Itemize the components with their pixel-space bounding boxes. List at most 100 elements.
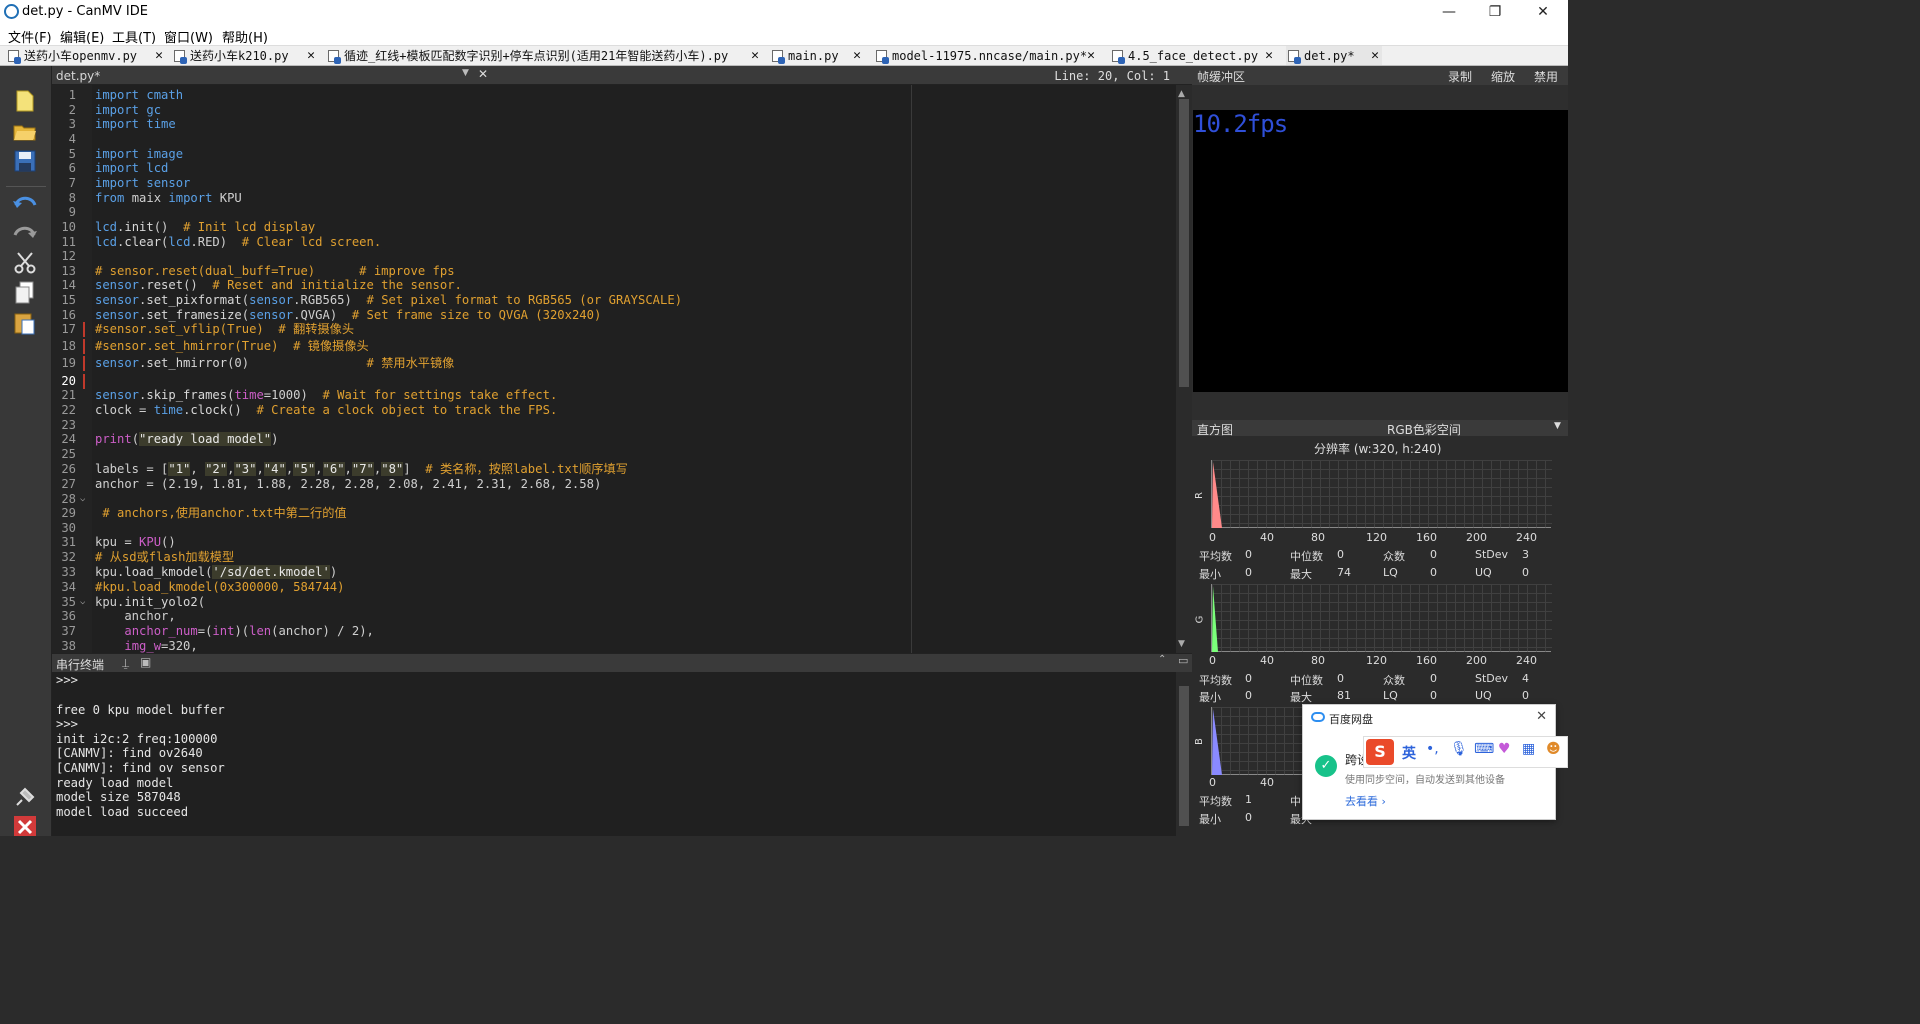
code-line[interactable]: 29 # anchors,使用anchor.txt中第二行的值 <box>52 506 1176 521</box>
code-line[interactable]: 2 import gc <box>52 103 1176 118</box>
popup-close-icon[interactable]: ✕ <box>1536 709 1547 724</box>
editor-scrollbar[interactable]: ▲ ▼ <box>1176 85 1192 653</box>
tab-file[interactable]: 送药小车k210.py ✕ <box>172 46 318 65</box>
tab-file-active[interactable]: det.py* ✕ <box>1286 46 1382 65</box>
code-line[interactable]: 23 <box>52 418 1176 433</box>
tab-file[interactable]: 送药小车openmv.py ✕ <box>6 46 166 65</box>
menu-file[interactable]: 文件(F) <box>8 27 52 46</box>
maximize-button[interactable]: ❐ <box>1472 1 1518 23</box>
tab-file[interactable]: 4.5_face_detect.py ✕ <box>1110 46 1276 65</box>
code-line[interactable]: 30 <box>52 521 1176 536</box>
new-file-button[interactable] <box>12 88 38 114</box>
fold-icon[interactable]: ⌵ <box>80 595 85 610</box>
close-button[interactable]: ✕ <box>1520 1 1566 23</box>
scroll-thumb[interactable] <box>1179 99 1189 387</box>
code-line[interactable]: 28 ⌵ <box>52 492 1176 507</box>
tab-close-icon[interactable]: ✕ <box>1084 46 1098 65</box>
save-log-icon[interactable]: ▣ <box>140 655 151 669</box>
code-line[interactable]: 35 ⌵ kpu.init_yolo2( <box>52 595 1176 610</box>
serial-scrollbar[interactable] <box>1176 672 1192 836</box>
code-line[interactable]: 5 import image <box>52 147 1176 162</box>
zoom-button[interactable]: 缩放 <box>1491 68 1515 85</box>
code-line[interactable]: 22 clock = time.clock() # Create a clock … <box>52 403 1176 418</box>
code-line[interactable]: 9 <box>52 205 1176 220</box>
code-line[interactable]: 20 <box>52 374 1176 389</box>
code-line[interactable]: 32 # 从sd或flash加载模型 <box>52 550 1176 565</box>
code-line[interactable]: 14 sensor.reset() # Reset and initialize … <box>52 278 1176 293</box>
code-line[interactable]: 21 sensor.skip_frames(time=1000) # Wait f… <box>52 388 1176 403</box>
microphone-icon[interactable]: 🎙 <box>1450 741 1468 757</box>
file-dropdown-icon[interactable]: ▼ <box>462 68 469 78</box>
sogou-logo-icon[interactable]: S <box>1366 739 1394 765</box>
scroll-up-icon[interactable]: ▲ <box>1178 89 1185 99</box>
code-line[interactable]: 12 <box>52 249 1176 264</box>
undo-button[interactable] <box>12 190 38 216</box>
open-file-button[interactable] <box>12 118 38 144</box>
close-editor-icon[interactable]: ✕ <box>478 67 488 81</box>
tab-close-icon[interactable]: ✕ <box>1368 46 1382 65</box>
redo-button[interactable] <box>12 220 38 246</box>
cut-button[interactable] <box>12 250 38 276</box>
menu-edit[interactable]: 编辑(E) <box>60 27 104 46</box>
tab-close-icon[interactable]: ✕ <box>1262 46 1276 65</box>
clear-terminal-icon[interactable]: ⍊ <box>122 656 129 671</box>
tab-close-icon[interactable]: ✕ <box>748 46 762 65</box>
code-line[interactable]: 26 labels = ["1", "2","3","4","5","6","7"… <box>52 462 1176 477</box>
code-line[interactable]: 7 import sensor <box>52 176 1176 191</box>
code-line[interactable]: 4 <box>52 132 1176 147</box>
copy-button[interactable] <box>12 280 38 306</box>
code-line[interactable]: 27 anchor = (2.19, 1.81, 1.88, 2.28, 2.28… <box>52 477 1176 492</box>
fold-icon[interactable]: ⌵ <box>80 492 85 507</box>
keyboard-icon[interactable]: ⌨ <box>1474 741 1494 757</box>
connect-button[interactable] <box>12 784 38 810</box>
menu-help[interactable]: 帮助(H) <box>222 27 268 46</box>
skin-icon[interactable]: ♥ <box>1498 741 1511 757</box>
tab-close-icon[interactable]: ✕ <box>850 46 864 65</box>
code-line[interactable]: 13 # sensor.reset(dual_buff=True) # impro… <box>52 264 1176 279</box>
code-line[interactable]: 34 #kpu.load_kmodel(0x300000, 584744) <box>52 580 1176 595</box>
scroll-down-icon[interactable]: ▼ <box>1178 639 1185 649</box>
code-line[interactable]: 17 #sensor.set_vflip(True) # 翻转摄像头 <box>52 322 1176 337</box>
ime-language[interactable]: 英 <box>1402 743 1416 763</box>
save-button[interactable] <box>12 148 38 174</box>
code-line[interactable]: 8 from maix import KPU <box>52 191 1176 206</box>
stop-button[interactable] <box>12 814 38 836</box>
popup-link[interactable]: 去看看 › <box>1345 793 1386 809</box>
code-line[interactable]: 24 print("ready load model") <box>52 432 1176 447</box>
tab-close-icon[interactable]: ✕ <box>152 46 166 65</box>
tab-file[interactable]: 循迹_红线+模板匹配数字识别+停车点识别(适用21年智能送药小车).py ✕ <box>326 46 762 65</box>
code-line[interactable]: 36 anchor, <box>52 609 1176 624</box>
maximize-pane-icon[interactable]: ▭ <box>1178 654 1188 667</box>
code-line[interactable]: 31 kpu = KPU() <box>52 535 1176 550</box>
code-line[interactable]: 37 anchor_num=(int)(len(anchor) / 2), <box>52 624 1176 639</box>
code-line[interactable]: 16 sensor.set_framesize(sensor.QVGA) # Se… <box>52 308 1176 323</box>
code-line[interactable]: 1 import cmath <box>52 88 1176 103</box>
code-line[interactable]: 38 img_w=320, <box>52 639 1176 653</box>
code-line[interactable]: 25 <box>52 447 1176 462</box>
grid-menu-icon[interactable]: ▦ <box>1522 741 1535 757</box>
code-line[interactable]: 33 kpu.load_kmodel('/sd/det.kmodel') <box>52 565 1176 580</box>
code-line[interactable]: 10 lcd.init() # Init lcd display <box>52 220 1176 235</box>
disable-button[interactable]: 禁用 <box>1534 68 1558 85</box>
menu-window[interactable]: 窗口(W) <box>164 27 213 46</box>
serial-terminal-output[interactable]: >>> free 0 kpu model buffer >>> init i2c:2 … <box>52 672 1176 836</box>
mascot-icon[interactable]: ☻ <box>1546 741 1561 757</box>
code-line[interactable]: 11 lcd.clear(lcd.RED) # Clear lcd screen. <box>52 235 1176 250</box>
code-editor[interactable]: 1 import cmath 2 import gc 3 import time 4 5 imp… <box>52 85 1176 653</box>
code-line[interactable]: 3 import time <box>52 117 1176 132</box>
collapse-up-icon[interactable]: ⌃ <box>1158 654 1166 665</box>
tab-file[interactable]: main.py ✕ <box>770 46 864 65</box>
minimize-button[interactable]: — <box>1426 1 1472 23</box>
code-line[interactable]: 15 sensor.set_pixformat(sensor.RGB565) # … <box>52 293 1176 308</box>
code-line[interactable]: 6 import lcd <box>52 161 1176 176</box>
colorspace-dropdown-icon[interactable]: ▼ <box>1554 421 1561 431</box>
paste-button[interactable] <box>12 310 38 336</box>
tab-file[interactable]: model-11975.nncase/main.py* ✕ <box>874 46 1098 65</box>
punctuation-icon[interactable]: •, <box>1426 741 1439 757</box>
scroll-thumb[interactable] <box>1179 686 1189 826</box>
menu-tools[interactable]: 工具(T) <box>112 27 156 46</box>
code-line[interactable]: 19 sensor.set_hmirror(0) # 禁用水平镜像 <box>52 356 1176 371</box>
code-line[interactable]: 18 #sensor.set_hmirror(True) # 镜像摄像头 <box>52 339 1176 354</box>
tab-close-icon[interactable]: ✕ <box>304 46 318 65</box>
record-button[interactable]: 录制 <box>1448 68 1472 85</box>
